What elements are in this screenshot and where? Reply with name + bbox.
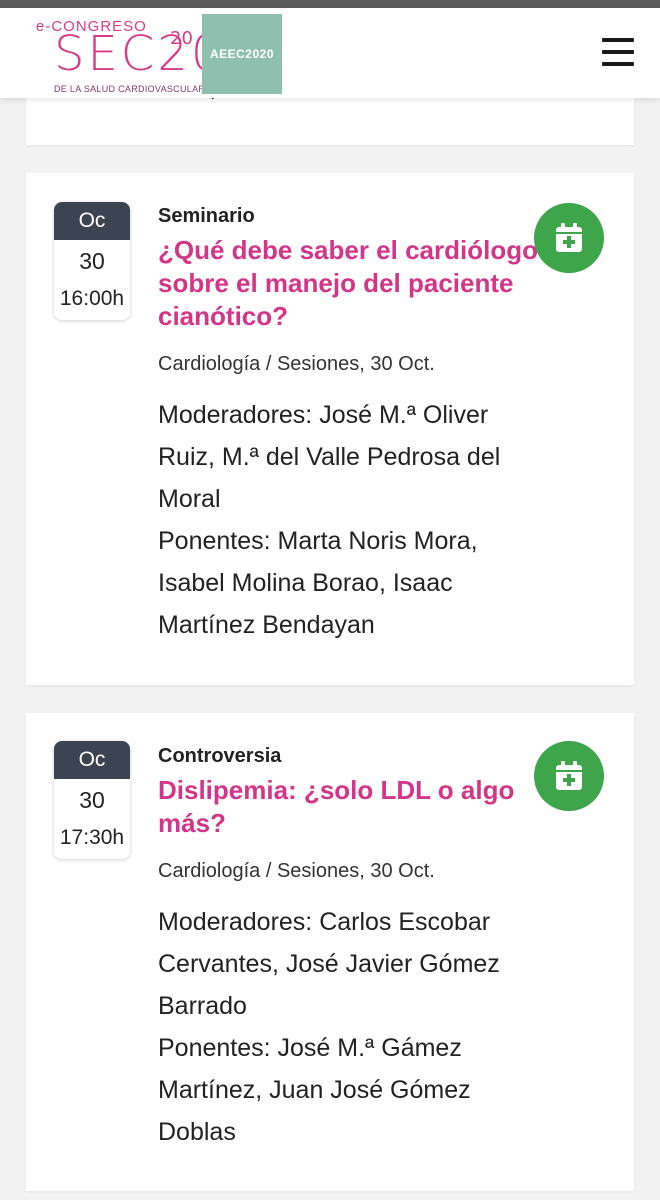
date-day: 30 xyxy=(79,248,105,274)
date-badge: Oc 30 17:30h xyxy=(54,741,130,859)
session-title[interactable]: Dislipemia: ¿solo LDL o algo más? xyxy=(158,774,538,840)
session-type: Controversia xyxy=(158,745,282,767)
aeec-badge-text: AEEC2020 xyxy=(209,47,275,61)
add-to-calendar-button[interactable] xyxy=(534,741,604,811)
calendar-add-icon xyxy=(556,223,582,252)
add-to-calendar-button[interactable] xyxy=(534,203,604,273)
session-people: Moderadores: Carlos Escobar Cervantes, J… xyxy=(158,901,538,1153)
session-moderators: Moderadores: José M.ª Oliver Ruiz, M.ª d… xyxy=(158,401,501,513)
date-badge: Oc 30 16:00h xyxy=(54,202,130,320)
session-type: Seminario xyxy=(158,205,255,227)
date-time: 16:00h xyxy=(59,287,125,310)
session-title[interactable]: ¿Qué debe saber el cardiólogo sobre el m… xyxy=(158,234,538,333)
session-card: Oc 30 17:30h Controversia Dislipemia: ¿s… xyxy=(26,713,634,1191)
logo-superscript: 20 xyxy=(170,28,193,49)
session-meta: Cardiología / Sesiones, 30 Oct. xyxy=(158,353,435,375)
session-speakers: Ponentes: José M.ª Gámez Martínez, Juan … xyxy=(158,1034,471,1146)
session-content: Controversia Dislipemia: ¿solo LDL o alg… xyxy=(158,745,538,1153)
date-day: 30 xyxy=(79,787,105,813)
hamburger-menu-icon[interactable] xyxy=(602,38,634,68)
date-time: 17:30h xyxy=(59,826,125,849)
aeec-badge[interactable]: AEEC2020 xyxy=(202,14,282,94)
session-speakers: Ponentes: Marta Noris Mora, Isabel Molin… xyxy=(158,527,478,639)
status-bar xyxy=(0,0,660,8)
date-month: Oc xyxy=(54,202,130,240)
site-header: e-CONGRESO SEC20 20 DE LA SALUD CARDIOVA… xyxy=(0,8,660,98)
sec2020-logo[interactable]: e-CONGRESO SEC20 20 DE LA SALUD CARDIOVA… xyxy=(28,12,221,96)
logo-bottom-text: DE LA SALUD CARDIOVASCULAR xyxy=(54,84,206,94)
logo-main-text: SEC20 xyxy=(54,26,225,82)
session-people: Moderadores: José M.ª Oliver Ruiz, M.ª d… xyxy=(158,394,538,646)
date-month: Oc xyxy=(54,741,130,779)
session-meta: Cardiología / Sesiones, 30 Oct. xyxy=(158,860,435,882)
calendar-add-icon xyxy=(556,761,582,790)
session-card: Oc 30 16:00h Seminario ¿Qué debe saber e… xyxy=(26,173,634,685)
session-content: Seminario ¿Qué debe saber el cardiólogo … xyxy=(158,205,538,646)
session-moderators: Moderadores: Carlos Escobar Cervantes, J… xyxy=(158,908,500,1020)
